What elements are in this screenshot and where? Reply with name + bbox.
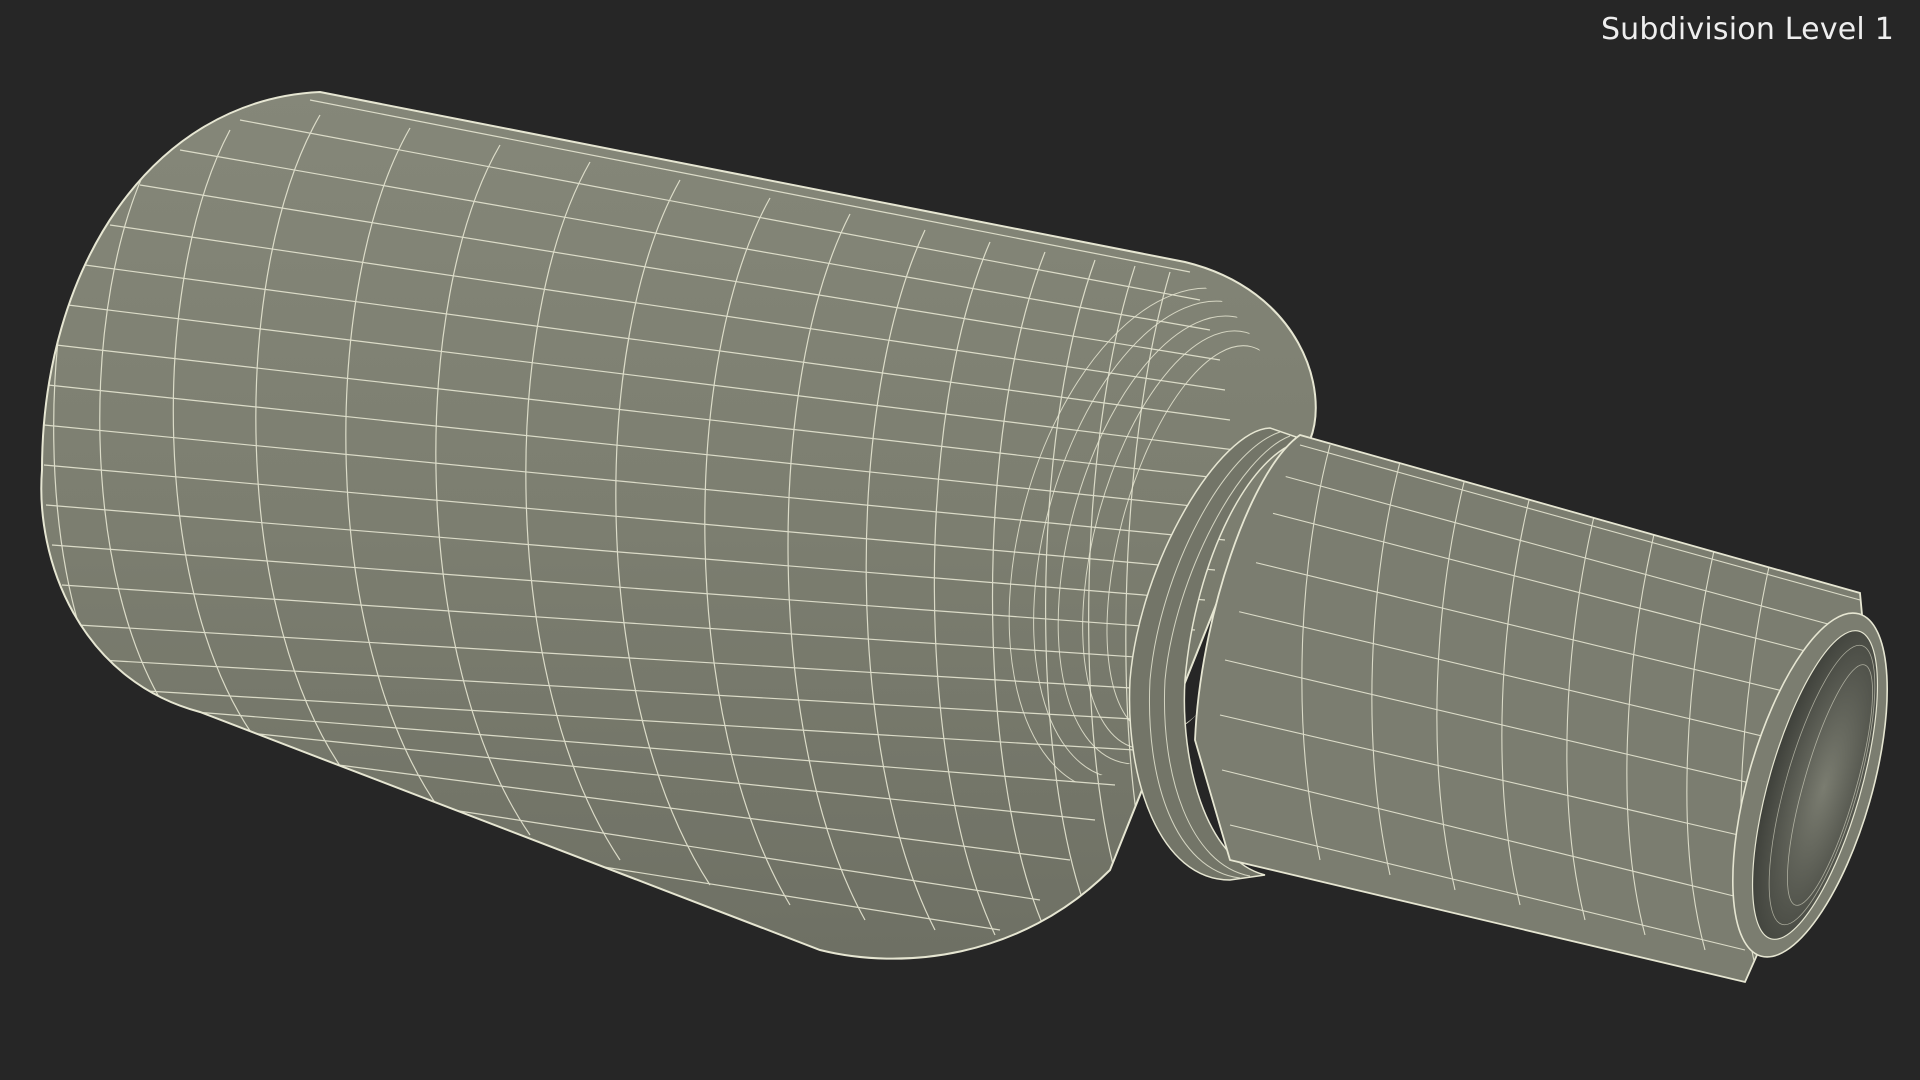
wireframe-model [40,90,1888,984]
tube-section [1194,434,1888,984]
main-cylinder-body [40,90,1317,960]
render-viewport: Subdivision Level 1 [0,0,1920,1080]
